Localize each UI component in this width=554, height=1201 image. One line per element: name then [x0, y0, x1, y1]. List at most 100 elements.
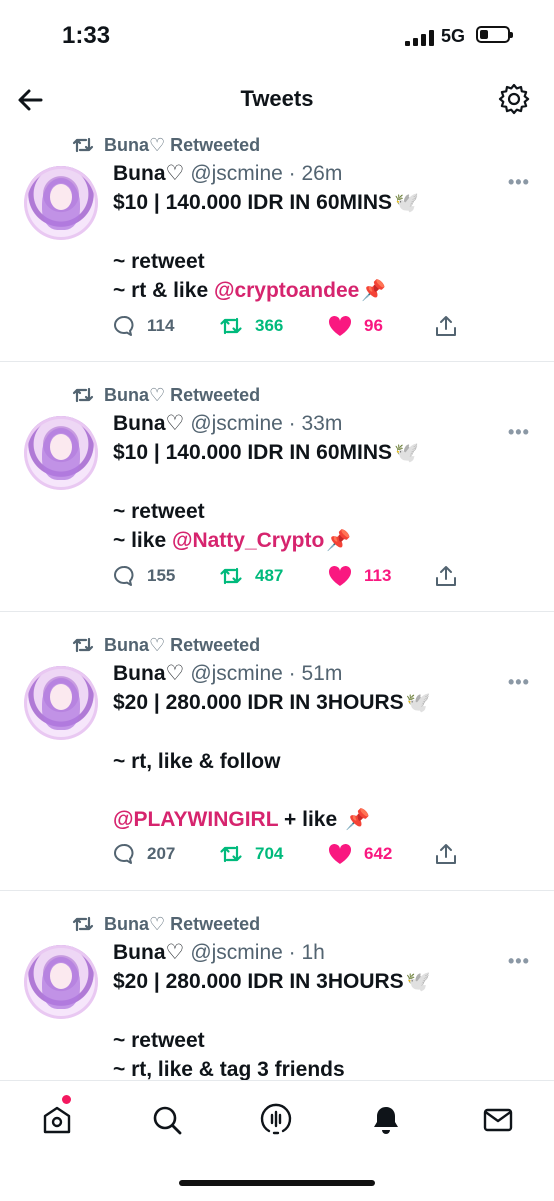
retweet-context-label: Buna♡ Retweeted	[104, 634, 261, 655]
retweet-context-label: Buna♡ Retweeted	[104, 913, 261, 934]
tweet-text-line: $20 | 280.000 IDR IN 3HOURS	[113, 970, 404, 993]
reply-icon	[114, 316, 134, 336]
tweet[interactable]: Buna♡ Retweeted ••• Buna♡ @jscmine · 26m …	[0, 128, 554, 362]
home-icon[interactable]	[40, 1103, 74, 1137]
pushpin-emoji: 📌	[326, 530, 352, 552]
reply-icon	[114, 566, 134, 586]
retweet-icon	[220, 845, 242, 863]
mail-icon[interactable]	[481, 1103, 515, 1137]
tweet-text-line: ~ rt, like & follow	[113, 750, 281, 773]
pushpin-emoji: 📌	[361, 280, 387, 302]
tweet-text-line: $20 | 280.000 IDR IN 3HOURS	[113, 691, 404, 714]
dove-emoji: 🕊️	[405, 692, 431, 714]
spaces-icon[interactable]	[259, 1103, 293, 1137]
retweet-count: 487	[255, 566, 284, 585]
retweet-icon	[220, 317, 242, 335]
like-count: 113	[364, 566, 392, 585]
dove-emoji: 🕊️	[394, 192, 419, 214]
status-bar: 1:33 5G	[0, 0, 554, 72]
tweet[interactable]: Buna♡ Retweeted ••• Buna♡ @jscmine · 1h $…	[0, 891, 554, 1080]
avatar[interactable]	[24, 166, 98, 240]
share-button[interactable]	[435, 565, 457, 587]
reply-button[interactable]: 114	[113, 315, 174, 337]
dove-emoji: 🕊️	[394, 442, 419, 464]
share-icon	[436, 316, 456, 336]
retweet-button[interactable]: 487	[219, 565, 283, 587]
avatar[interactable]	[24, 666, 98, 740]
signal-icon	[405, 30, 434, 46]
tweet-body: Buna♡ @jscmine · 51m $20 | 280.000 IDR IN…	[113, 660, 533, 835]
tweet-text-line: $10 | 140.000 IDR IN 60MINS	[113, 441, 393, 464]
share-icon	[436, 844, 456, 864]
author-name[interactable]: Buna♡	[113, 412, 184, 435]
tweet-text-line: ~ retweet	[113, 1029, 205, 1052]
author-name[interactable]: Buna♡	[113, 662, 184, 685]
page-title: Tweets	[240, 86, 314, 111]
retweet-icon	[220, 567, 242, 585]
retweet-icon	[72, 637, 94, 653]
tweet-feed[interactable]: Buna♡ Retweeted ••• Buna♡ @jscmine · 26m …	[0, 128, 554, 1080]
retweet-icon	[72, 387, 94, 403]
tweet-text-line: ~ rt & like	[113, 279, 214, 302]
share-button[interactable]	[435, 843, 457, 865]
home-indicator[interactable]	[179, 1180, 375, 1186]
avatar[interactable]	[24, 416, 98, 490]
reply-button[interactable]: 207	[113, 843, 175, 865]
tweet-body: Buna♡ @jscmine · 33m $10 | 140.000 IDR IN…	[113, 410, 533, 556]
reply-count: 114	[147, 316, 175, 335]
tweet-body: Buna♡ @jscmine · 1h $20 | 280.000 IDR IN …	[113, 939, 533, 1080]
avatar[interactable]	[24, 945, 98, 1019]
tweet-text-line: ~ rt, like & tag 3 friends	[113, 1058, 345, 1080]
pushpin-emoji: 📌	[344, 809, 370, 831]
author-handle: @jscmine · 1h	[190, 941, 325, 964]
retweet-icon	[72, 916, 94, 932]
bell-icon[interactable]	[369, 1103, 403, 1137]
share-icon	[436, 566, 456, 586]
retweet-button[interactable]: 366	[219, 315, 283, 337]
gear-icon[interactable]	[497, 82, 531, 116]
retweet-context-label: Buna♡ Retweeted	[104, 134, 261, 155]
author-handle: @jscmine · 51m	[190, 662, 343, 685]
retweet-context: Buna♡ Retweeted	[72, 382, 260, 408]
tweet[interactable]: Buna♡ Retweeted ••• Buna♡ @jscmine · 51m …	[0, 612, 554, 891]
retweet-count: 704	[255, 844, 284, 863]
tweet-actions: 207 704 642	[113, 843, 533, 871]
status-time: 1:33	[62, 22, 111, 49]
author-name[interactable]: Buna♡	[113, 162, 184, 185]
retweet-count: 366	[255, 316, 284, 335]
mention-link[interactable]: @cryptoandee	[214, 279, 359, 302]
top-nav: Tweets	[0, 72, 554, 128]
tweet[interactable]: Buna♡ Retweeted ••• Buna♡ @jscmine · 33m …	[0, 362, 554, 612]
heart-icon	[328, 843, 352, 864]
tweet-text-line: ~ like	[113, 529, 172, 552]
retweet-icon	[72, 137, 94, 153]
tweet-text-line: + like	[278, 808, 343, 831]
retweet-context: Buna♡ Retweeted	[72, 911, 260, 937]
author-handle: @jscmine · 33m	[190, 412, 343, 435]
reply-count: 155	[147, 566, 176, 585]
share-button[interactable]	[435, 315, 457, 337]
search-icon[interactable]	[150, 1103, 184, 1137]
tweet-actions: 114 366 96	[113, 315, 533, 343]
tweet-text-line: ~ retweet	[113, 250, 205, 273]
notification-dot	[62, 1095, 71, 1104]
author-handle: @jscmine · 26m	[190, 162, 343, 185]
like-count: 642	[364, 844, 393, 863]
tweet-text-line: $10 | 140.000 IDR IN 60MINS	[113, 191, 393, 214]
mention-link[interactable]: @Natty_Crypto	[172, 529, 324, 552]
reply-count: 207	[147, 844, 176, 863]
retweet-button[interactable]: 704	[219, 843, 283, 865]
tweet-text-line: ~ retweet	[113, 500, 205, 523]
heart-icon	[328, 565, 352, 586]
network-type: 5G	[441, 26, 466, 46]
retweet-context: Buna♡ Retweeted	[72, 132, 260, 158]
like-button[interactable]: 96	[328, 315, 383, 337]
mention-link[interactable]: @PLAYWINGIRL	[113, 808, 278, 831]
tweet-body: Buna♡ @jscmine · 26m $10 | 140.000 IDR IN…	[113, 160, 533, 306]
author-name[interactable]: Buna♡	[113, 941, 184, 964]
like-button[interactable]: 642	[328, 843, 392, 865]
heart-icon	[328, 315, 352, 336]
reply-button[interactable]: 155	[113, 565, 175, 587]
like-button[interactable]: 113	[328, 565, 391, 587]
dove-emoji: 🕊️	[405, 971, 431, 993]
